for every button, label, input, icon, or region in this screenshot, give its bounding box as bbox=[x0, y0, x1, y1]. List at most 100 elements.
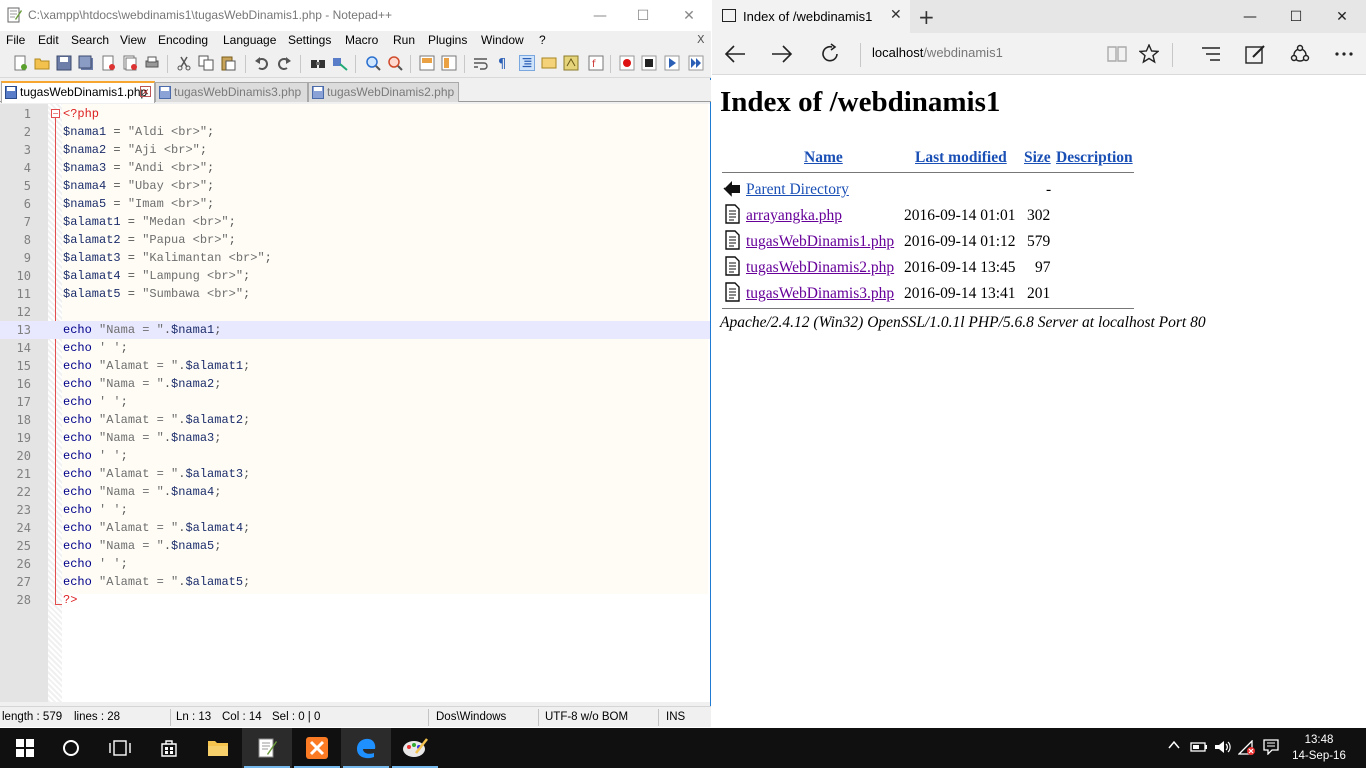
maximize-button[interactable]: ☐ bbox=[1273, 0, 1319, 33]
code-line[interactable]: 1 <?php bbox=[0, 105, 710, 123]
code-line[interactable]: 13 echo "Nama = ".$nama1; bbox=[0, 321, 710, 339]
action-center-icon[interactable] bbox=[1263, 739, 1279, 758]
sync-horizontal-icon[interactable] bbox=[441, 55, 457, 71]
code-line[interactable]: 8 $alamat2 = "Papua <br>"; bbox=[0, 231, 710, 249]
address-bar[interactable]: localhost/webdinamis1 bbox=[872, 45, 1003, 60]
undo-icon[interactable] bbox=[254, 55, 270, 71]
menu-search[interactable]: Search bbox=[71, 33, 109, 47]
battery-icon[interactable] bbox=[1190, 741, 1208, 756]
code-line[interactable]: 2 $nama1 = "Aldi <br>"; bbox=[0, 123, 710, 141]
code-line[interactable]: 9 $alamat3 = "Kalimantan <br>"; bbox=[0, 249, 710, 267]
close-button[interactable]: ✕ bbox=[666, 0, 712, 31]
search-button[interactable] bbox=[46, 728, 96, 768]
find-icon[interactable] bbox=[310, 55, 326, 71]
volume-icon[interactable] bbox=[1214, 740, 1232, 757]
code-line[interactable]: 27 echo "Alamat = ".$alamat5; bbox=[0, 573, 710, 591]
paint-taskbar-button[interactable] bbox=[390, 728, 440, 768]
menu-edit[interactable]: Edit bbox=[38, 33, 59, 47]
column-header-size[interactable]: Size bbox=[1024, 149, 1051, 167]
show-hidden-icons-chevron-icon[interactable] bbox=[1168, 739, 1180, 753]
code-line[interactable]: 21 echo "Alamat = ".$alamat3; bbox=[0, 465, 710, 483]
run-macro-multiple-icon[interactable] bbox=[688, 55, 704, 71]
parent-directory-link[interactable]: Parent Directory bbox=[746, 181, 849, 199]
code-editor[interactable]: − 1 <?php 2 $nama1 = "Aldi <br>"; 3 $nama2 = … bbox=[0, 104, 710, 702]
redo-icon[interactable] bbox=[276, 55, 292, 71]
close-all-icon[interactable] bbox=[122, 55, 138, 71]
system-clock[interactable]: 13:48 14-Sep-16 bbox=[1292, 732, 1346, 764]
minimize-button[interactable]: — bbox=[1227, 0, 1273, 33]
file-tab-tugaswebdinamis1[interactable]: tugasWebDinamis1.php ✕ bbox=[1, 81, 155, 103]
code-line[interactable]: 25 echo "Nama = ".$nama5; bbox=[0, 537, 710, 555]
replace-icon[interactable] bbox=[332, 55, 348, 71]
save-all-icon[interactable] bbox=[78, 55, 94, 71]
network-disconnected-icon[interactable] bbox=[1237, 739, 1256, 759]
code-line[interactable]: 10 $alamat4 = "Lampung <br>"; bbox=[0, 267, 710, 285]
code-line[interactable]: 12 bbox=[0, 303, 710, 321]
menu-encoding[interactable]: Encoding bbox=[158, 33, 208, 47]
zoom-in-icon[interactable] bbox=[365, 55, 381, 71]
code-line[interactable]: 15 echo "Alamat = ".$alamat1; bbox=[0, 357, 710, 375]
web-note-icon[interactable] bbox=[1242, 41, 1268, 67]
function-list-icon[interactable]: f bbox=[588, 55, 604, 71]
forward-icon[interactable] bbox=[769, 41, 795, 67]
code-line[interactable]: 16 echo "Nama = ".$nama2; bbox=[0, 375, 710, 393]
zoom-out-icon[interactable] bbox=[387, 55, 403, 71]
file-tab-tugaswebdinamis2[interactable]: tugasWebDinamis2.php bbox=[308, 82, 459, 102]
maximize-button[interactable]: ☐ bbox=[620, 0, 666, 31]
more-icon[interactable] bbox=[1331, 41, 1357, 67]
code-line[interactable]: 22 echo "Nama = ".$nama4; bbox=[0, 483, 710, 501]
code-line[interactable]: 20 echo ' '; bbox=[0, 447, 710, 465]
save-icon[interactable] bbox=[56, 55, 72, 71]
play-macro-icon[interactable] bbox=[664, 55, 680, 71]
file-link-tugaswebdinamis3[interactable]: tugasWebDinamis3.php bbox=[746, 285, 894, 303]
notepadpp-titlebar[interactable]: C:\xampp\htdocs\webdinamis1\tugasWebDina… bbox=[0, 0, 711, 31]
close-file-icon[interactable] bbox=[100, 55, 116, 71]
tab-close-icon[interactable]: ✕ bbox=[140, 86, 151, 97]
menu-language[interactable]: Language bbox=[223, 33, 276, 47]
minimize-button[interactable]: — bbox=[577, 0, 623, 31]
show-all-chars-icon[interactable]: ¶ bbox=[495, 55, 511, 71]
open-file-icon[interactable] bbox=[34, 55, 50, 71]
file-link-arrayangka[interactable]: arrayangka.php bbox=[746, 207, 842, 225]
back-icon[interactable] bbox=[722, 41, 748, 67]
new-file-icon[interactable] bbox=[12, 55, 28, 71]
share-icon[interactable] bbox=[1287, 41, 1313, 67]
menu-file[interactable]: File bbox=[6, 33, 25, 47]
xampp-taskbar-button[interactable] bbox=[292, 728, 342, 768]
stop-macro-icon[interactable] bbox=[641, 55, 657, 71]
column-header-last-modified[interactable]: Last modified bbox=[915, 149, 1007, 167]
new-tab-icon[interactable]: + bbox=[918, 5, 935, 29]
code-line[interactable]: 24 echo "Alamat = ".$alamat4; bbox=[0, 519, 710, 537]
menu-plugins[interactable]: Plugins bbox=[428, 33, 467, 47]
print-icon[interactable] bbox=[144, 55, 160, 71]
reading-view-icon[interactable] bbox=[1104, 41, 1130, 67]
code-line[interactable]: 3 $nama2 = "Aji <br>"; bbox=[0, 141, 710, 159]
code-line[interactable]: 11 $alamat5 = "Sumbawa <br>"; bbox=[0, 285, 710, 303]
code-line[interactable]: 14 echo ' '; bbox=[0, 339, 710, 357]
record-macro-icon[interactable] bbox=[619, 55, 635, 71]
code-line[interactable]: 19 echo "Nama = ".$nama3; bbox=[0, 429, 710, 447]
code-line[interactable]: 28 ?> bbox=[0, 591, 710, 609]
edge-taskbar-button[interactable] bbox=[341, 728, 391, 768]
code-line[interactable]: 17 echo ' '; bbox=[0, 393, 710, 411]
menu-window[interactable]: Window bbox=[481, 33, 524, 47]
notepadpp-taskbar-button[interactable] bbox=[242, 728, 292, 768]
close-button[interactable]: ✕ bbox=[1319, 0, 1365, 33]
code-line[interactable]: 7 $alamat1 = "Medan <br>"; bbox=[0, 213, 710, 231]
code-line[interactable]: 4 $nama3 = "Andi <br>"; bbox=[0, 159, 710, 177]
menu-help[interactable]: ? bbox=[539, 33, 546, 47]
column-header-description[interactable]: Description bbox=[1056, 149, 1133, 167]
file-tab-tugaswebdinamis3[interactable]: tugasWebDinamis3.php bbox=[155, 82, 308, 102]
hub-icon[interactable] bbox=[1198, 41, 1224, 67]
file-explorer-taskbar-button[interactable] bbox=[193, 728, 243, 768]
browser-tab[interactable]: Index of /webdinamis1 ✕ bbox=[712, 0, 910, 33]
code-line[interactable]: 5 $nama4 = "Ubay <br>"; bbox=[0, 177, 710, 195]
copy-icon[interactable] bbox=[198, 55, 214, 71]
store-taskbar-button[interactable] bbox=[144, 728, 194, 768]
code-line[interactable]: 18 echo "Alamat = ".$alamat2; bbox=[0, 411, 710, 429]
close-document-x[interactable]: X bbox=[697, 33, 705, 46]
tab-close-icon[interactable]: ✕ bbox=[890, 7, 902, 23]
menu-view[interactable]: View bbox=[120, 33, 146, 47]
paste-icon[interactable] bbox=[220, 55, 236, 71]
cut-icon[interactable] bbox=[176, 55, 192, 71]
